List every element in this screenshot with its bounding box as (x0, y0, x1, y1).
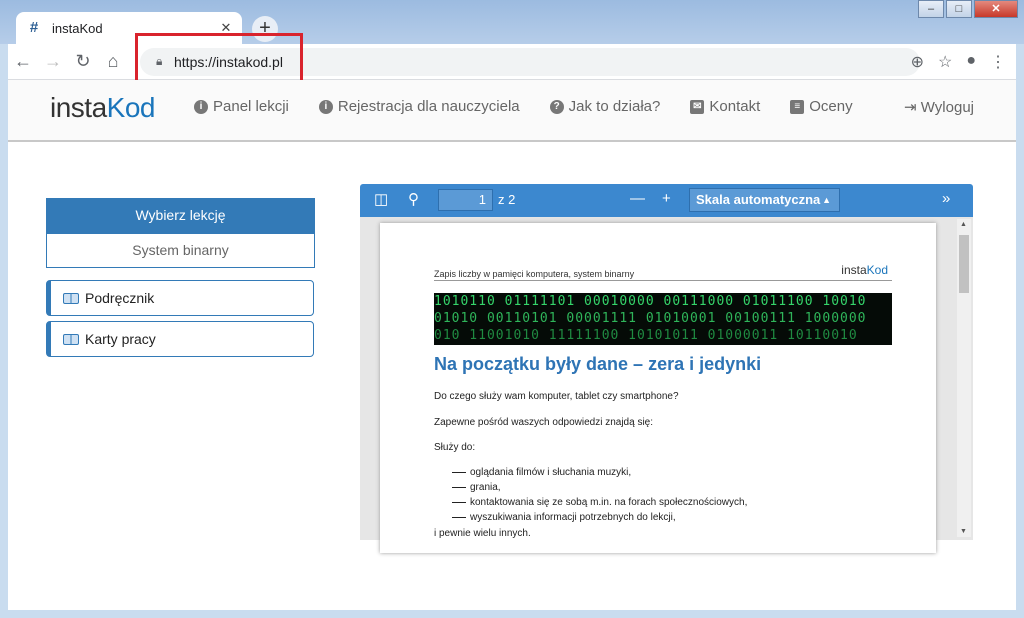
nav-jak-to-dziala[interactable]: ? Jak to działa? (549, 98, 660, 115)
textbook-button[interactable]: Podręcznik (46, 280, 314, 316)
pdf-viewer[interactable]: Zapis liczby w pamięci komputera, system… (360, 217, 973, 553)
home-icon[interactable]: ⌂ (98, 51, 128, 72)
tab-title: instaKod (52, 20, 103, 36)
tools-chevron-icon[interactable]: » (942, 190, 950, 207)
binary-code-banner: 1010110 01111101 00010000 00111000 01011… (434, 293, 892, 345)
doc-paragraph: Służy do: (434, 442, 476, 453)
star-bookmark-icon[interactable]: ☆ (938, 52, 952, 72)
logout-link[interactable]: ⇥ Wyloguj (904, 98, 974, 116)
doc-subtitle: Zapis liczby w pamięci komputera, system… (434, 269, 635, 279)
instakod-logo[interactable]: instaKod (50, 92, 155, 124)
site-navbar: instaKod i Panel lekcji i Rejestracja dl… (8, 80, 1016, 142)
envelope-icon: ✉ (690, 99, 705, 114)
book-icon (63, 292, 79, 304)
zoom-out-icon[interactable]: — (630, 190, 645, 207)
pdf-toolbar: ◫ ⚲ 1 z 2 — + Skala automatyczna ▲▼ » (360, 184, 973, 227)
scroll-up-icon[interactable]: ▲ (960, 221, 967, 228)
list-icon: ≡ (790, 99, 805, 114)
profile-icon[interactable]: ● (966, 52, 976, 72)
page-number-input[interactable]: 1 (438, 189, 493, 211)
search-icon[interactable]: ⚲ (408, 190, 419, 208)
doc-list-item: wyszukiwania informacji potrzebnych do l… (452, 512, 676, 523)
doc-header: Zapis liczby w pamięci komputera, system… (434, 263, 892, 281)
window-controls: – □ ✕ (916, 0, 1018, 18)
doc-paragraph: i pewnie wielu innych. (434, 528, 531, 539)
question-circle-icon: ? (549, 99, 564, 114)
doc-logo: instaKod (841, 263, 888, 277)
zoom-in-icon[interactable]: + (662, 190, 671, 207)
doc-paragraph: Zapewne pośród waszych odpowiedzi znajdą… (434, 417, 654, 428)
window-right-border (1016, 80, 1024, 618)
nav-panel-lekcji[interactable]: i Panel lekcji (194, 98, 289, 115)
doc-list-item: grania, (452, 482, 501, 493)
maximize-button[interactable]: □ (946, 0, 972, 18)
nav-rejestracja[interactable]: i Rejestracja dla nauczyciela (318, 98, 520, 115)
sidebar-toggle-icon[interactable]: ◫ (374, 190, 388, 208)
pdf-page: Zapis liczby w pamięci komputera, system… (380, 223, 936, 553)
nav-oceny[interactable]: ≡ Oceny (790, 98, 853, 115)
doc-list-item: oglądania filmów i słuchania muzyki, (452, 467, 631, 478)
site-menu: i Panel lekcji i Rejestracja dla nauczyc… (194, 98, 883, 115)
back-arrow-icon[interactable]: ← (8, 51, 38, 72)
scroll-thumb[interactable] (959, 235, 969, 293)
toolbar-actions: ⊕ ☆ ● ⋮ (911, 52, 1006, 72)
zoom-icon[interactable]: ⊕ (911, 52, 924, 72)
scroll-down-icon[interactable]: ▼ (960, 528, 967, 535)
info-circle-icon: i (318, 99, 333, 114)
window-bottom-border (8, 610, 1016, 618)
book-icon (63, 333, 79, 345)
menu-kebab-icon[interactable]: ⋮ (990, 52, 1006, 72)
worksheets-button[interactable]: Karty pracy (46, 321, 314, 357)
choose-lesson-header: Wybierz lekcję (46, 198, 315, 233)
forward-arrow-icon[interactable]: → (38, 51, 68, 72)
logout-icon: ⇥ (904, 99, 917, 116)
doc-paragraph: Do czego służy wam komputer, tablet czy … (434, 391, 679, 402)
url-highlight-box (135, 33, 303, 85)
pdf-scrollbar[interactable]: ▲ ▼ (957, 219, 971, 537)
nav-kontakt[interactable]: ✉ Kontakt (690, 98, 760, 115)
doc-title: Na początku były dane – zera i jedynki (434, 354, 762, 374)
info-circle-icon: i (194, 99, 208, 114)
reload-icon[interactable]: ↻ (68, 51, 98, 72)
window-close-button[interactable]: ✕ (974, 0, 1018, 18)
minimize-button[interactable]: – (918, 0, 944, 18)
web-page: instaKod i Panel lekcji i Rejestracja dl… (8, 80, 1016, 610)
doc-list-item: kontaktowania się ze sobą m.in. na forac… (452, 497, 747, 508)
scale-select[interactable]: Skala automatyczna ▲▼ (689, 188, 840, 227)
page-count: z 2 (498, 192, 516, 207)
hash-favicon-icon: # (29, 19, 39, 36)
lesson-select[interactable]: System binarny (46, 233, 315, 268)
